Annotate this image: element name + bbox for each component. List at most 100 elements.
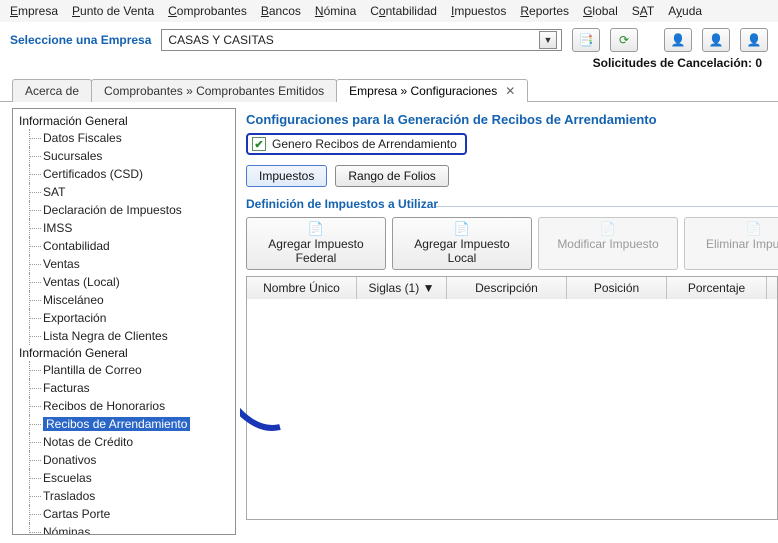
close-icon[interactable]: ✕ <box>505 84 515 98</box>
tree-item-miscel-neo[interactable]: Misceláneo <box>23 291 233 309</box>
menu-empresa[interactable]: Empresa <box>10 4 58 18</box>
action-agregar-impuesto-federal[interactable]: 📄 Agregar Impuesto Federal <box>246 217 386 270</box>
tree-item-label: IMSS <box>43 221 72 235</box>
column-siglas-1-[interactable]: Siglas (1) ▼ <box>357 277 447 299</box>
tree-item-sucursales[interactable]: Sucursales <box>23 147 233 165</box>
tree-item-declaraci-n-de-impuestos[interactable]: Declaración de Impuestos <box>23 201 233 219</box>
tree-item-label: Misceláneo <box>43 293 104 307</box>
company-row: Seleccione una Empresa CASAS Y CASITAS ▼… <box>0 22 778 54</box>
tree-item-facturas[interactable]: Facturas <box>23 379 233 397</box>
tree-item-recibos-de-arrendamiento[interactable]: Recibos de Arrendamiento <box>23 415 233 433</box>
impuestos-button[interactable]: Impuestos <box>246 165 327 187</box>
rango-folios-button[interactable]: Rango de Folios <box>335 165 448 187</box>
action-label: Eliminar Impuesto <box>706 237 778 251</box>
user-button-1[interactable]: 👤 <box>664 28 692 52</box>
tree-item-label: Traslados <box>43 489 95 503</box>
body-area: Información General Datos Fiscales Sucursa… <box>0 102 778 535</box>
tree-item-label: Contabilidad <box>43 239 110 253</box>
tree-item-imss[interactable]: IMSS <box>23 219 233 237</box>
tree-item-label: Donativos <box>43 453 96 467</box>
tree-item-datos-fiscales[interactable]: Datos Fiscales <box>23 129 233 147</box>
action-label: Agregar Impuesto Local <box>403 237 521 265</box>
tree-item-certificados-csd-[interactable]: Certificados (CSD) <box>23 165 233 183</box>
tree-item-label: Notas de Crédito <box>43 435 133 449</box>
menu-global[interactable]: Global <box>583 4 618 18</box>
tree-item-sat[interactable]: SAT <box>23 183 233 201</box>
action-agregar-impuesto-local[interactable]: 📄Agregar Impuesto Local <box>392 217 532 270</box>
tree-item-plantilla-de-correo[interactable]: Plantilla de Correo <box>23 361 233 379</box>
tree-group-label[interactable]: Información General <box>17 345 233 361</box>
tree-item-donativos[interactable]: Donativos <box>23 451 233 469</box>
user-button-3[interactable]: 👤 <box>740 28 768 52</box>
content-panel: Configuraciones para la Generación de Re… <box>240 102 778 535</box>
tree-item-label: Exportación <box>43 311 106 325</box>
checkbox-icon[interactable]: ✔ <box>252 137 266 151</box>
tree-item-label: Declaración de Impuestos <box>43 203 182 217</box>
menu-punto-de-venta[interactable]: Punto de Venta <box>72 4 154 18</box>
tree-item-label: Nóminas <box>43 525 90 536</box>
tree-item-ventas-local-[interactable]: Ventas (Local) <box>23 273 233 291</box>
tree-item-exportaci-n[interactable]: Exportación <box>23 309 233 327</box>
tab-acerca-de[interactable]: Acerca de <box>12 79 92 102</box>
action-label: Agregar Impuesto Federal <box>257 237 375 265</box>
tree-group-label[interactable]: Información General <box>17 113 233 129</box>
document-icon: 📄 <box>308 222 324 235</box>
fieldset-line <box>436 206 778 207</box>
menu-reportes[interactable]: Reportes <box>520 4 569 18</box>
genero-recibos-checkbox-row[interactable]: ✔ Genero Recibos de Arrendamiento <box>246 133 467 155</box>
tree-item-label: Certificados (CSD) <box>43 167 143 181</box>
menu-impuestos[interactable]: Impuestos <box>451 4 506 18</box>
menubar: Empresa Punto de Venta Comprobantes Bancos N… <box>0 0 778 22</box>
calendar-button[interactable]: 📑 <box>572 28 600 52</box>
action-bar: 📄Agregar Impuesto Federal📄Agregar Impues… <box>246 217 778 270</box>
tree-item-recibos-de-honorarios[interactable]: Recibos de Honorarios <box>23 397 233 415</box>
tree-item-notas-de-cr-dito[interactable]: Notas de Crédito <box>23 433 233 451</box>
tree-item-escuelas[interactable]: Escuelas <box>23 469 233 487</box>
tree-item-label: Lista Negra de Clientes <box>43 329 168 343</box>
tree-item-label: Recibos de Honorarios <box>43 399 165 413</box>
fieldset-title-text: Definición de Impuestos a Utilizar <box>246 197 438 211</box>
company-label: Seleccione una Empresa <box>10 33 151 47</box>
tree-item-contabilidad[interactable]: Contabilidad <box>23 237 233 255</box>
tree-item-ventas[interactable]: Ventas <box>23 255 233 273</box>
tree-item-lista-negra-de-clientes[interactable]: Lista Negra de Clientes <box>23 327 233 345</box>
tree-item-label: Facturas <box>43 381 90 395</box>
tree-item-label: Ventas <box>43 257 80 271</box>
tab-comprobantes-comprobantes-emitidos[interactable]: Comprobantes » Comprobantes Emitidos <box>91 79 337 102</box>
calendar-icon: 📑 <box>579 33 594 47</box>
tree-item-traslados[interactable]: Traslados <box>23 487 233 505</box>
menu-sat[interactable]: SAT <box>632 4 654 18</box>
menu-contabilidad[interactable]: Contabilidad <box>370 4 437 18</box>
refresh-button[interactable]: ⟳ <box>610 28 638 52</box>
column-descripci-n[interactable]: Descripción <box>447 277 567 299</box>
tree-item-label: SAT <box>43 185 65 199</box>
menu-nómina[interactable]: Nómina <box>315 4 356 18</box>
tree-item-label: Cartas Porte <box>43 507 110 521</box>
grid-header: Nombre ÚnicoSiglas (1) ▼DescripciónPosic… <box>247 277 777 299</box>
company-select-value: CASAS Y CASITAS <box>168 33 539 47</box>
menu-comprobantes[interactable]: Comprobantes <box>168 4 247 18</box>
document-icon: 📄 <box>746 222 762 235</box>
user-button-2[interactable]: 👤 <box>702 28 730 52</box>
tree-item-label: Plantilla de Correo <box>43 363 142 377</box>
tree-item-n-minas[interactable]: Nóminas <box>23 523 233 535</box>
column-posici-n[interactable]: Posición <box>567 277 667 299</box>
menu-bancos[interactable]: Bancos <box>261 4 301 18</box>
fieldset-title: Definición de Impuestos a Utilizar <box>246 197 778 211</box>
column-porcentaje[interactable]: Porcentaje <box>667 277 767 299</box>
tree-item-cartas-porte[interactable]: Cartas Porte <box>23 505 233 523</box>
column-nombre-nico[interactable]: Nombre Único <box>247 277 357 299</box>
menu-ayuda[interactable]: Ayuda <box>668 4 702 18</box>
refresh-icon: ⟳ <box>619 33 629 47</box>
chevron-down-icon[interactable]: ▼ <box>539 31 557 49</box>
tree-item-label: Datos Fiscales <box>43 131 122 145</box>
company-select[interactable]: CASAS Y CASITAS ▼ <box>161 29 562 51</box>
tree-item-label: Escuelas <box>43 471 92 485</box>
user-icon: 👤 <box>671 33 686 47</box>
document-icon: 📄 <box>600 222 616 235</box>
grid-body[interactable] <box>247 299 777 519</box>
action-modificar-impuesto: 📄Modificar Impuesto <box>538 217 678 270</box>
tab-empresa-configuraciones[interactable]: Empresa » Configuraciones✕ <box>336 79 528 102</box>
cancel-requests-row: Solicitudes de Cancelación: 0 <box>0 54 778 76</box>
user-icon: 👤 <box>747 33 762 47</box>
